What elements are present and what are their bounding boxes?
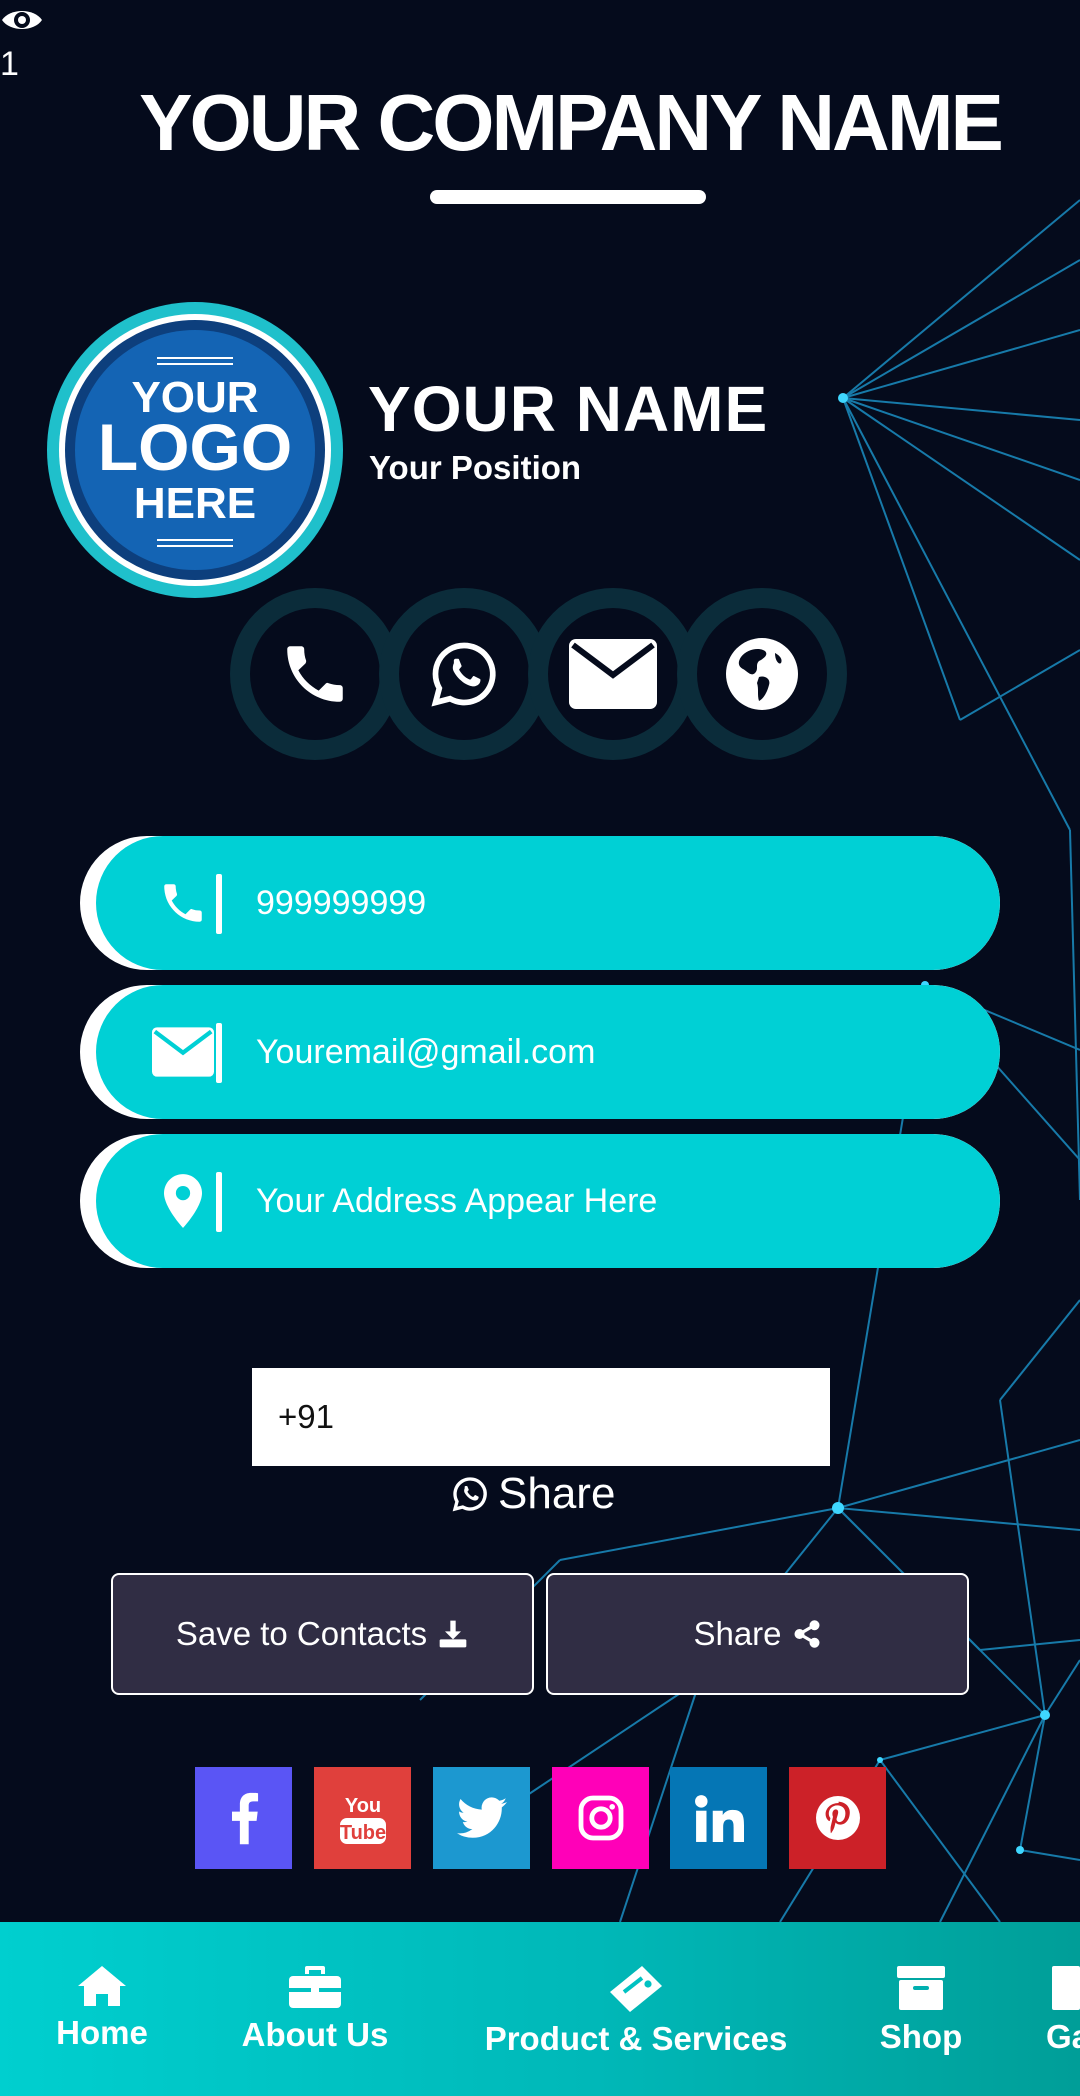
phone-icon	[287, 646, 343, 702]
logo-line-3: HERE	[134, 479, 256, 528]
divider	[216, 1172, 222, 1232]
address-info-row[interactable]: Your Address Appear Here	[80, 1134, 1000, 1268]
whatsapp-icon	[431, 642, 496, 707]
divider	[216, 1023, 222, 1083]
email-button[interactable]	[528, 588, 698, 760]
pinterest-link[interactable]	[789, 1767, 886, 1869]
facebook-link[interactable]	[195, 1767, 292, 1869]
download-icon	[439, 1620, 467, 1648]
person-name: YOUR NAME	[368, 373, 769, 445]
linkedin-icon	[694, 1795, 744, 1842]
website-button[interactable]	[677, 588, 847, 760]
whatsapp-number-input[interactable]	[252, 1368, 830, 1466]
nav-label-product-services: Product & Services	[484, 2020, 788, 2057]
phone-icon	[164, 884, 202, 922]
logo-line-2: LOGO	[98, 410, 292, 484]
quick-actions	[230, 588, 850, 760]
save-to-contacts-button[interactable]: Save to Contacts	[111, 1573, 534, 1695]
pinterest-icon	[815, 1796, 860, 1840]
svg-text:You: You	[344, 1795, 380, 1817]
save-to-contacts-label: Save to Contacts	[175, 1615, 428, 1652]
address-text: Your Address Appear Here	[256, 1182, 658, 1220]
share-label: Share	[693, 1615, 782, 1652]
map-pin-icon	[164, 1174, 202, 1228]
youtube-icon: You Tube	[339, 1795, 386, 1844]
email-info-row[interactable]: Youremail@gmail.com	[80, 985, 1000, 1119]
briefcase-icon	[289, 1966, 341, 2008]
nav-label-about-us: About Us	[241, 2016, 389, 2053]
envelope-icon	[152, 1027, 214, 1077]
globe-icon	[726, 638, 798, 710]
whatsapp-share-link[interactable]: Share	[450, 1466, 615, 1522]
nav-item-about-us[interactable]: About Us	[237, 1922, 393, 2096]
gallery-icon	[1052, 1966, 1080, 2010]
whatsapp-button[interactable]	[379, 588, 549, 760]
envelope-icon	[569, 639, 657, 709]
share-button[interactable]: Share	[546, 1573, 969, 1695]
call-button[interactable]	[230, 588, 400, 760]
bottom-navigation: Home About Us Product & Services Shop Ga	[0, 1922, 1080, 2096]
nav-label-shop: Shop	[879, 2018, 963, 2055]
svg-text:Tube: Tube	[339, 1822, 385, 1844]
whatsapp-share-label: Share	[498, 1469, 616, 1518]
nav-item-product-services[interactable]: Product & Services	[477, 1922, 795, 2096]
nav-item-shop[interactable]: Shop	[877, 1922, 965, 2096]
home-icon	[78, 1966, 126, 2006]
tag-icon	[610, 1966, 662, 2012]
facebook-icon	[231, 1792, 258, 1845]
phone-number: 999999999	[256, 884, 427, 922]
company-logo: YOUR LOGO HERE	[45, 300, 345, 600]
nav-item-gallery[interactable]: Ga	[1046, 1922, 1080, 2096]
instagram-icon	[578, 1795, 623, 1841]
view-counter: 1	[0, 0, 50, 90]
eye-icon	[2, 11, 42, 29]
archive-box-icon	[897, 1966, 945, 2010]
phone-info-row[interactable]: 999999999	[80, 836, 1000, 970]
company-name: YOUR COMPANY NAME	[139, 78, 1004, 167]
nav-item-home[interactable]: Home	[50, 1922, 154, 2096]
nav-label-gallery: Ga	[1046, 2018, 1080, 2055]
twitter-link[interactable]	[433, 1767, 530, 1869]
twitter-icon	[456, 1797, 507, 1838]
title-underline	[430, 190, 706, 204]
youtube-link[interactable]: You Tube	[314, 1767, 411, 1869]
nav-label-home: Home	[56, 2014, 148, 2051]
whatsapp-icon	[452, 1477, 487, 1512]
email-address: Youremail@gmail.com	[256, 1033, 596, 1071]
share-icon	[794, 1620, 820, 1648]
divider	[216, 874, 222, 934]
linkedin-link[interactable]	[670, 1767, 767, 1869]
instagram-link[interactable]	[552, 1767, 649, 1869]
person-position: Your Position	[369, 449, 582, 486]
